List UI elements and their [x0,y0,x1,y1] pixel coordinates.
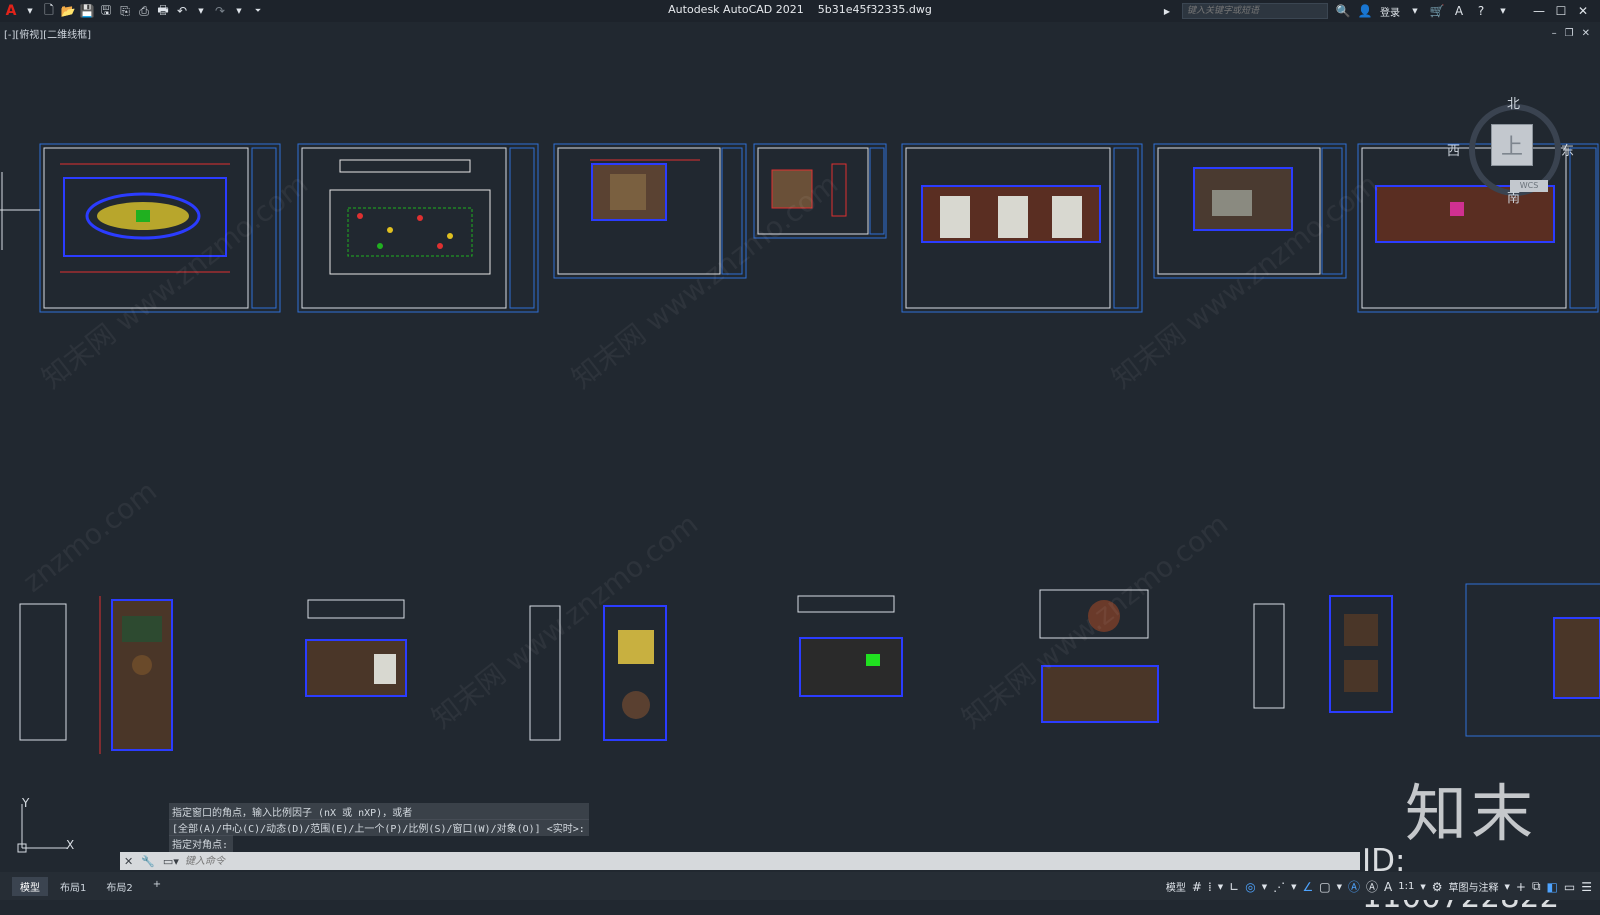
command-history-line-3: 指定对角点: [169,835,233,852]
help-dropdown-icon[interactable]: ▼ [1496,4,1510,18]
save-icon[interactable]: 💾 [80,4,95,18]
annotation-scale-value[interactable]: 1:1 [1398,881,1414,892]
plan-group-2[interactable] [305,599,407,697]
autodesk-app-icon[interactable]: A [1452,4,1466,18]
annotation-monitor-icon[interactable]: + [1516,880,1526,894]
doc-close-icon[interactable]: ✕ [1582,28,1590,39]
ucs-x-label: X [66,838,75,852]
compass-east[interactable]: 东 [1561,140,1574,159]
status-tools: 模型 # ⁞ ▼ ∟ ◎ ▼ ⋰ ▼ ∠ ▢ ▼ Ⓐ Ⓐ A 1:1 ▼ ⚙ 草… [1166,878,1592,895]
search-expand-icon[interactable]: ▶ [1160,4,1174,18]
undo-dropdown-icon[interactable]: ▼ [194,4,208,18]
ucs-y-label: Y [22,796,30,810]
workspace-switch[interactable]: 草图与注释 [1449,879,1499,894]
object-snap-dropdown-icon[interactable]: ▼ [1337,883,1342,891]
autocad-logo-icon[interactable]: A [4,3,18,19]
object-snap-icon[interactable]: ▢ [1319,880,1330,894]
grid-icon[interactable]: # [1192,880,1202,894]
help-icon[interactable]: ? [1474,4,1488,18]
wcs-menu[interactable]: WCS [1510,180,1548,192]
redo-icon[interactable]: ↷ [213,4,227,18]
command-history-line-2: [全部(A)/中心(C)/动态(D)/范围(E)/上一个(P)/比例(S)/窗口… [169,819,589,836]
auto-scale-icon[interactable]: Ⓐ [1366,878,1378,895]
ortho-icon[interactable]: ∟ [1229,880,1239,894]
title-right-tools: ▶ 🔍 👤 登录 ▼ 🛒 A ? ▼ — ☐ ✕ [1160,0,1600,22]
search-input[interactable] [1182,3,1328,19]
compass-west[interactable]: 西 [1447,140,1460,159]
open-web-icon[interactable]: ⎘ [118,4,132,18]
document-window-controls: – ❐ ✕ [1552,28,1590,39]
object-snap-tracking-icon[interactable]: ∠ [1303,880,1314,894]
new-file-icon[interactable]: 🗋 [42,3,56,18]
cart-icon[interactable]: 🛒 [1430,4,1445,18]
isodraft-icon[interactable]: ⋰ [1273,880,1285,894]
login-dropdown-icon[interactable]: ▼ [1408,4,1422,18]
open-file-icon[interactable]: 📂 [61,4,76,18]
command-close-icon[interactable]: ✕ [120,855,137,868]
plot-icon[interactable]: 🖶 [156,3,170,18]
annotation-scale-icon[interactable]: A [1384,880,1392,894]
viewcube[interactable]: 上 北 南 西 东 [1447,90,1575,210]
redo-dropdown-icon[interactable]: ▼ [232,4,246,18]
annotation-visibility-icon[interactable]: Ⓐ [1348,878,1360,895]
plan-row-bottom [19,583,1600,754]
user-icon[interactable]: 👤 [1358,4,1373,18]
scale-dropdown-icon[interactable]: ▼ [1420,883,1425,891]
doc-minimize-icon[interactable]: – [1552,28,1557,39]
polar-tracking-icon[interactable]: ◎ [1245,880,1255,894]
plan-group-1[interactable] [19,596,173,754]
login-link[interactable]: 登录 [1380,4,1400,19]
tab-layout1[interactable]: 布局1 [52,877,94,896]
workspace-gear-icon[interactable]: ⚙ [1432,880,1443,894]
maximize-icon[interactable]: ☐ [1554,4,1568,18]
polar-dropdown-icon[interactable]: ▼ [1262,883,1267,891]
plan-group-6[interactable] [1253,595,1393,713]
sheet-5[interactable] [901,143,1143,313]
isolate-objects-icon[interactable]: ◧ [1547,880,1558,894]
doc-restore-icon[interactable]: ❐ [1565,28,1574,39]
clean-screen-icon[interactable]: ▭ [1564,880,1575,894]
customize-qat-icon[interactable]: ⏷ [251,4,265,18]
tab-layout2[interactable]: 布局2 [98,877,140,896]
tab-model[interactable]: 模型 [12,877,48,896]
command-input[interactable] [182,854,587,868]
viewport-controls-label[interactable]: [-][俯视][二维线框] [4,26,91,41]
save-as-icon[interactable]: 🖫 [99,3,113,18]
command-line: ✕ 🔧 ▭▾ [120,852,1360,870]
file-name: 5b31e45f32335.dwg [817,3,932,16]
brand-watermark: 知末 [1405,777,1538,850]
close-icon[interactable]: ✕ [1576,4,1590,18]
workspace-dropdown-icon[interactable]: ▼ [1505,883,1510,891]
layout-tabs: 模型 布局1 布局2 + [12,877,169,896]
plan-group-7[interactable] [1465,583,1600,737]
model-space-button[interactable]: 模型 [1166,879,1186,894]
command-customize-icon[interactable]: 🔧 [137,855,159,868]
sheet-2[interactable] [297,143,539,313]
add-layout-button[interactable]: + [145,877,169,896]
isodraft-dropdown-icon[interactable]: ▼ [1291,883,1296,891]
minimize-icon[interactable]: — [1532,4,1546,18]
save-web-icon[interactable]: ⎙ [137,4,151,18]
viewcube-top-face[interactable]: 上 [1491,124,1533,166]
command-recent-icon[interactable]: ▭▾ [159,855,183,868]
compass-north[interactable]: 北 [1507,93,1520,112]
units-icon[interactable]: ⧉ [1532,879,1541,894]
snap-dropdown-icon[interactable]: ▼ [1218,883,1223,891]
app-menu-dropdown-icon[interactable]: ▼ [23,4,37,18]
search-icon[interactable]: 🔍 [1336,4,1351,18]
undo-icon[interactable]: ↶ [175,4,189,18]
app-title: Autodesk AutoCAD 2021 [668,3,804,16]
drawing-canvas[interactable]: 知末网 www.znzmo.com 知末网 www.znzmo.com 知末网 … [0,40,1600,853]
plan-group-4[interactable] [797,595,903,697]
status-bar: 模型 布局1 布局2 + 模型 # ⁞ ▼ ∟ ◎ ▼ ⋰ ▼ ∠ ▢ ▼ Ⓐ … [0,872,1600,900]
customization-menu-icon[interactable]: ☰ [1581,880,1592,894]
quick-access-toolbar: A ▼ 🗋 📂 💾 🖫 ⎘ ⎙ 🖶 ↶ ▼ ↷ ▼ ⏷ [0,3,265,20]
drawing-svg [0,143,1600,754]
title-bar: A ▼ 🗋 📂 💾 🖫 ⎘ ⎙ 🖶 ↶ ▼ ↷ ▼ ⏷ Autodesk Aut… [0,0,1600,22]
command-history-line-1: 指定窗口的角点，输入比例因子 (nX 或 nXP)，或者 [169,803,589,820]
snap-icon[interactable]: ⁞ [1208,880,1212,894]
